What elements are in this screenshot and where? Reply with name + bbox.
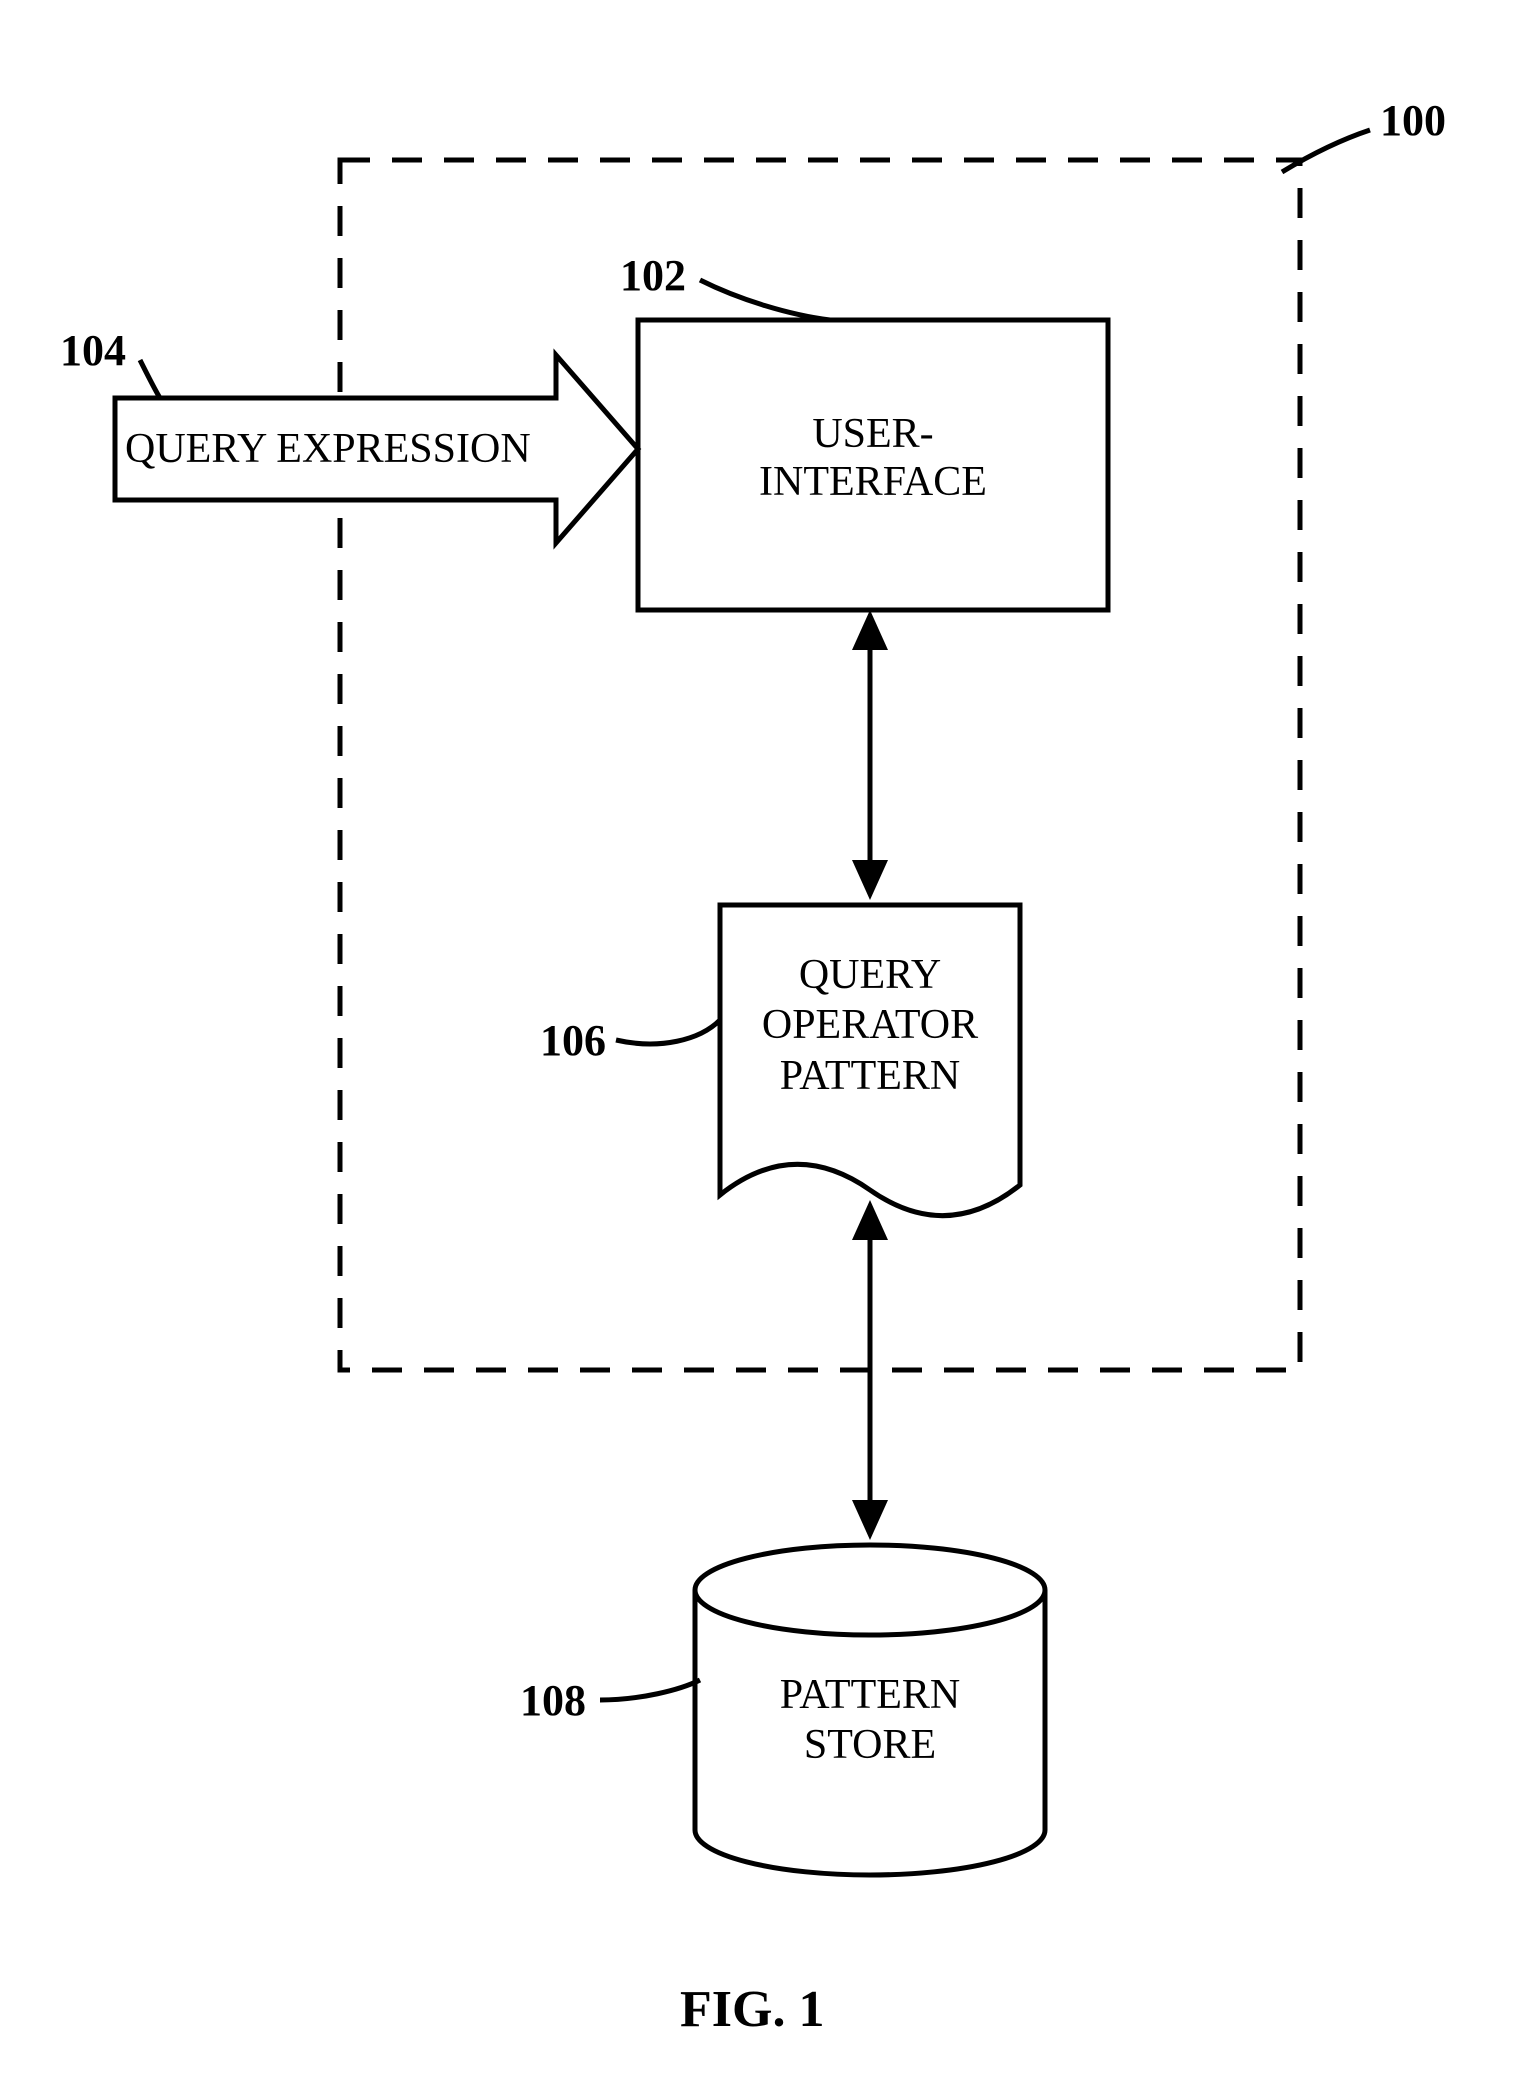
ref-store: 108	[520, 1675, 586, 1726]
label-pattern-store: PATTERN STORE	[695, 1670, 1045, 1771]
label-user-interface: USER- INTERFACE	[638, 410, 1108, 506]
ref-query-expression: 104	[60, 325, 126, 376]
leader-pattern	[616, 1020, 720, 1044]
ref-pattern: 106	[540, 1015, 606, 1066]
leader-store	[600, 1680, 700, 1700]
label-query-expression: QUERY EXPRESSION	[125, 425, 531, 473]
label-query-operator-pattern: QUERY OPERATOR PATTERN	[720, 950, 1020, 1101]
arrow-ui-to-pattern	[852, 610, 888, 900]
leader-ui	[700, 280, 830, 320]
ref-ui: 102	[620, 250, 686, 301]
diagram-canvas: 100 102 104 106 108 QUERY EXPRESSION USE…	[0, 0, 1522, 2087]
leader-system	[1282, 130, 1370, 172]
leader-query-expression	[140, 360, 160, 398]
figure-caption: FIG. 1	[680, 1980, 824, 2039]
ref-system: 100	[1380, 95, 1446, 146]
